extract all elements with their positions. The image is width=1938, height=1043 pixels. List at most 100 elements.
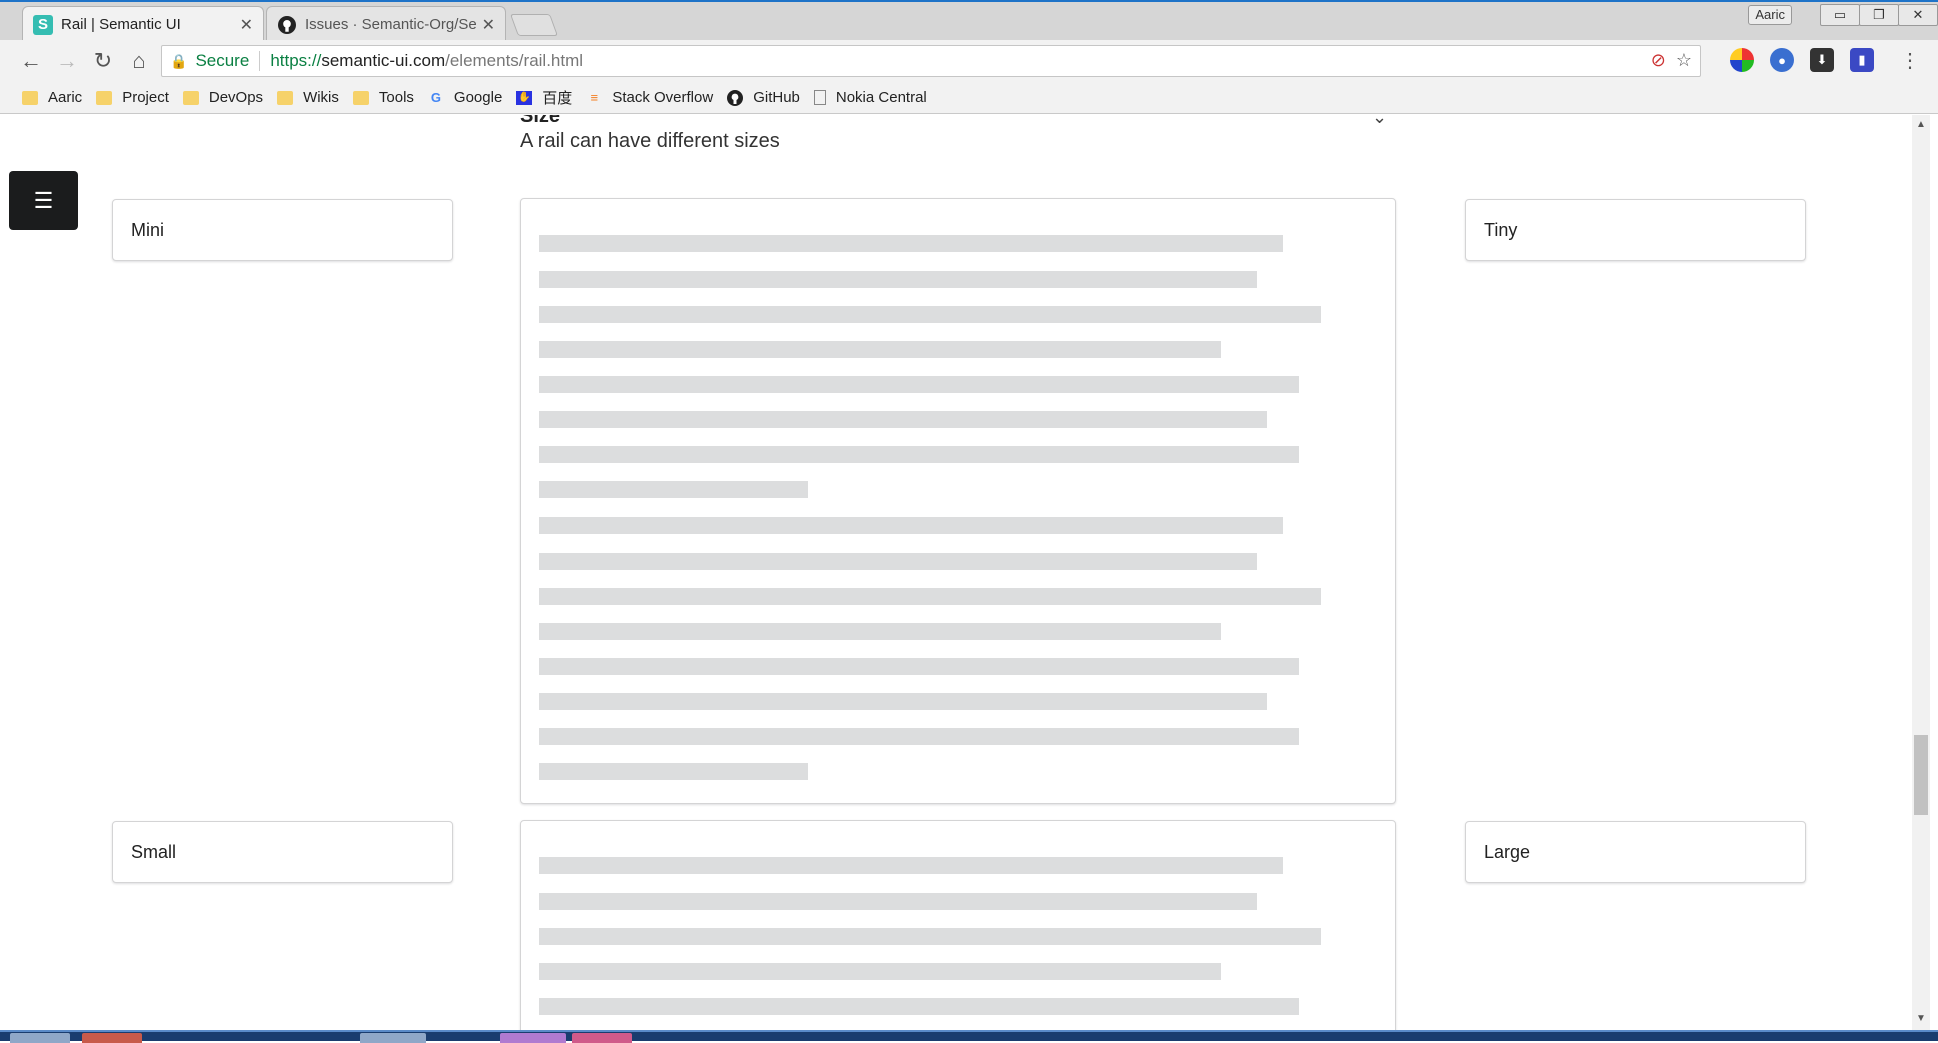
windows-taskbar <box>0 1030 1938 1043</box>
github-icon <box>727 89 744 106</box>
bookmarks-bar: Aaric Project DevOps Wikis Tools G Google… <box>0 82 1938 114</box>
placeholder-line <box>539 658 1299 675</box>
bookmark-baidu[interactable]: ✋ 百度 <box>516 87 572 108</box>
bookmark-github[interactable]: GitHub <box>727 89 800 106</box>
folder-icon <box>277 90 294 105</box>
folder-icon <box>96 90 113 105</box>
placeholder-line <box>539 763 808 780</box>
tab-rail-semantic-ui[interactable]: S Rail | Semantic UI ✕ <box>22 6 264 42</box>
url-scheme: https:// <box>270 51 322 70</box>
home-icon[interactable]: ⌂ <box>124 46 154 76</box>
taskbar-item[interactable] <box>500 1033 566 1043</box>
download-extension-icon[interactable]: ⬇ <box>1810 48 1834 72</box>
placeholder-line <box>539 411 1267 428</box>
tab-title: Issues · Semantic-Org/Se <box>305 16 476 33</box>
taskbar-item[interactable] <box>572 1033 632 1043</box>
secure-indicator[interactable]: 🔒 Secure <box>162 51 249 71</box>
start-button[interactable] <box>10 1033 70 1043</box>
color-picker-extension-icon[interactable] <box>1730 48 1754 72</box>
placeholder-line <box>539 271 1257 288</box>
url-path: /elements/rail.html <box>445 51 584 70</box>
scroll-down-arrow-icon[interactable]: ▼ <box>1916 1013 1926 1024</box>
bookmark-star-icon[interactable]: ☆ <box>1676 50 1692 71</box>
rail-label: Small <box>131 841 177 862</box>
bookmark-extension-icon[interactable]: ▮ <box>1850 48 1874 72</box>
rail-label: Tiny <box>1484 219 1518 240</box>
rail-mini: Mini <box>112 199 453 261</box>
tab-close-icon[interactable]: ✕ <box>240 15 253 35</box>
globe-extension-icon[interactable]: ● <box>1770 48 1794 72</box>
rail-label: Large <box>1484 841 1531 862</box>
page-scrollbar[interactable]: ▲ ▼ <box>1912 115 1930 1030</box>
profile-button[interactable]: Aaric <box>1748 5 1792 25</box>
bookmark-project[interactable]: Project <box>96 89 169 106</box>
forward-arrow-icon[interactable]: → <box>52 46 82 76</box>
placeholder-line <box>539 553 1257 570</box>
taskbar-item[interactable] <box>360 1033 426 1043</box>
bookmark-devops[interactable]: DevOps <box>182 89 263 106</box>
bookmark-nokia-central[interactable]: Nokia Central <box>813 89 927 106</box>
placeholder-line <box>539 341 1221 358</box>
close-window-icon[interactable]: ✕ <box>1898 4 1938 26</box>
bookmark-google[interactable]: G Google <box>428 89 502 106</box>
rail-large: Large <box>1465 821 1806 883</box>
secure-label: Secure <box>195 51 250 70</box>
placeholder-line <box>539 928 1321 945</box>
bookmark-wikis[interactable]: Wikis <box>277 89 339 106</box>
taskbar-item[interactable] <box>82 1033 142 1043</box>
placeholder-line <box>539 623 1221 640</box>
rail-small: Small <box>112 821 453 883</box>
baidu-icon: ✋ <box>516 90 533 105</box>
rail-label: Mini <box>131 219 165 240</box>
placeholder-line <box>539 306 1321 323</box>
minimize-icon[interactable]: ▭ <box>1820 4 1860 26</box>
example-segment <box>520 820 1396 1030</box>
placeholder-line <box>539 588 1321 605</box>
placeholder-line <box>539 446 1299 463</box>
view-code-icon[interactable]: ⌄ <box>1372 115 1387 128</box>
placeholder-line <box>539 857 1283 874</box>
blocked-popup-icon[interactable]: ⊘ <box>1651 50 1666 71</box>
tab-issues-github[interactable]: Issues · Semantic-Org/Se ✕ <box>266 6 506 42</box>
sidebar-menu-button[interactable]: ☰ <box>9 171 78 230</box>
bookmark-stack-overflow[interactable]: ≡ Stack Overflow <box>586 89 714 106</box>
url-host: semantic-ui.com <box>321 51 446 70</box>
section-title: Size <box>520 115 561 127</box>
placeholder-line <box>539 998 1299 1015</box>
window-controls: ▭ ❐ ✕ <box>1820 4 1938 28</box>
tab-close-icon[interactable]: ✕ <box>482 15 495 35</box>
new-tab-button[interactable] <box>509 14 559 36</box>
placeholder-line <box>539 693 1267 710</box>
tab-title: Rail | Semantic UI <box>61 16 181 33</box>
address-bar[interactable]: 🔒 Secure https://semantic-ui.com/element… <box>161 45 1701 77</box>
restore-icon[interactable]: ❐ <box>1859 4 1899 26</box>
github-icon <box>277 15 297 35</box>
back-arrow-icon[interactable]: ← <box>16 46 46 76</box>
placeholder-line <box>539 235 1283 252</box>
stackoverflow-icon: ≡ <box>590 90 599 105</box>
placeholder-line <box>539 728 1299 745</box>
reload-icon[interactable]: ↻ <box>88 46 118 76</box>
scroll-up-arrow-icon[interactable]: ▲ <box>1916 119 1926 130</box>
browser-menu-icon[interactable]: ⋮ <box>1900 48 1920 73</box>
tab-strip: S Rail | Semantic UI ✕ Issues · Semantic… <box>0 0 1938 42</box>
placeholder-line <box>539 481 808 498</box>
browser-toolbar: ← → ↻ ⌂ 🔒 Secure https://semantic-ui.com… <box>0 40 1938 82</box>
placeholder-line <box>539 376 1299 393</box>
section-description: A rail can have different sizes <box>520 130 780 152</box>
hamburger-icon: ☰ <box>33 187 54 213</box>
lock-icon: 🔒 <box>170 52 188 69</box>
omnibox-divider <box>259 51 261 71</box>
example-segment <box>520 198 1396 804</box>
rail-tiny: Tiny <box>1465 199 1806 261</box>
bookmark-aaric[interactable]: Aaric <box>22 89 82 106</box>
scroll-thumb[interactable] <box>1914 735 1928 815</box>
page-icon <box>813 90 826 105</box>
folder-icon <box>182 90 199 105</box>
placeholder-line <box>539 963 1221 980</box>
extension-icons: ● ⬇ ▮ <box>1730 48 1874 72</box>
folder-icon <box>352 90 369 105</box>
bookmark-tools[interactable]: Tools <box>352 89 414 106</box>
placeholder-line <box>539 893 1257 910</box>
page-content: Size ⌄ A rail can have different sizes ☰… <box>0 115 1912 1030</box>
